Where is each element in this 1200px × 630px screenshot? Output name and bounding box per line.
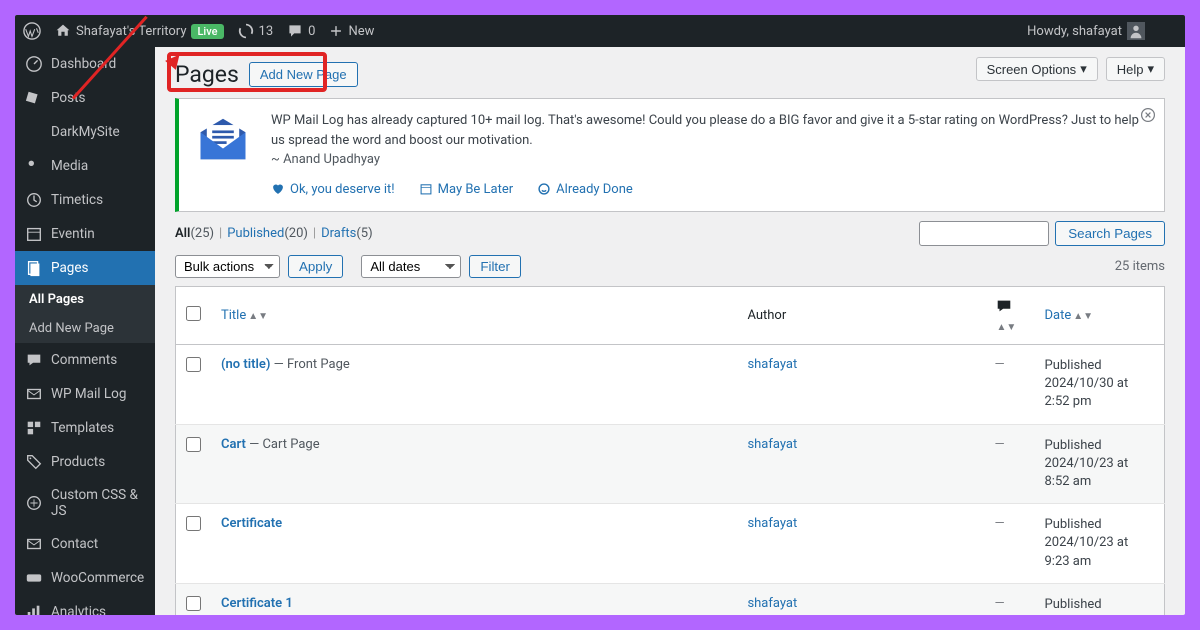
- admin-bar: Shafayat's Territory Live 13 0 New Howdy…: [15, 15, 1185, 47]
- sort-icon: ▲▼: [997, 322, 1017, 333]
- sidebar-item-posts[interactable]: Posts: [15, 81, 155, 115]
- row-title-link[interactable]: Cart: [221, 437, 246, 452]
- table-row: Cart — Cart Page shafayat — Published202…: [176, 424, 1165, 504]
- bulk-actions-select[interactable]: Bulk actions: [175, 255, 280, 278]
- comments-count: 0: [308, 24, 315, 39]
- row-author-link[interactable]: shafayat: [747, 596, 797, 611]
- row-status: Published: [1045, 596, 1155, 614]
- filter-button[interactable]: Filter: [469, 255, 521, 278]
- sidebar-item-customcss[interactable]: Custom CSS & JS: [15, 479, 155, 527]
- sidebar-item-timetics[interactable]: Timetics: [15, 183, 155, 217]
- avatar-icon: [1127, 22, 1145, 40]
- row-checkbox[interactable]: [186, 437, 201, 452]
- col-comments[interactable]: ▲▼: [985, 287, 1035, 345]
- calendar-icon: [419, 182, 433, 196]
- sidebar-item-eventin[interactable]: Eventin: [15, 217, 155, 251]
- row-author-link[interactable]: shafayat: [747, 437, 797, 452]
- sort-icon: ▲▼: [1073, 311, 1093, 322]
- row-status: Published: [1045, 357, 1155, 375]
- row-date: 2024/10/23 at 9:23 am: [1045, 534, 1155, 570]
- pages-table: Title▲▼ Author ▲▼ Date▲▼ (no title) — Fr…: [175, 286, 1165, 615]
- row-comments: —: [995, 357, 1005, 372]
- date-filter-select[interactable]: All dates: [361, 255, 461, 278]
- sidebar-item-media[interactable]: Media: [15, 149, 155, 183]
- heart-icon: [271, 182, 285, 196]
- row-comments: —: [995, 437, 1005, 452]
- notice-link-ok[interactable]: Ok, you deserve it!: [271, 180, 395, 200]
- updates-link[interactable]: 13: [238, 23, 274, 39]
- item-count: 25 items: [1115, 259, 1165, 274]
- col-date[interactable]: Date▲▼: [1035, 287, 1165, 345]
- admin-sidebar: Dashboard Posts DarkMySite Media Timetic…: [15, 47, 155, 615]
- sidebar-item-wpmaillog[interactable]: WP Mail Log: [15, 377, 155, 411]
- updates-count: 13: [259, 24, 274, 39]
- apply-button[interactable]: Apply: [288, 255, 343, 278]
- page-title: Pages: [175, 61, 239, 88]
- table-row: Certificate 1 shafayat — Published2024/1…: [176, 583, 1165, 615]
- live-badge: Live: [191, 24, 223, 39]
- search-button[interactable]: Search Pages: [1055, 221, 1165, 246]
- submenu-all-pages[interactable]: All Pages: [15, 285, 155, 314]
- mail-icon: [193, 111, 253, 166]
- row-status: Published: [1045, 437, 1155, 455]
- row-title-link[interactable]: Certificate 1: [221, 596, 293, 611]
- site-link[interactable]: Shafayat's Territory Live: [55, 23, 224, 39]
- main-content: Screen Options ▾ Help ▾ Pages Add New Pa…: [155, 47, 1185, 615]
- comments-link[interactable]: 0: [287, 23, 315, 39]
- site-name: Shafayat's Territory: [76, 24, 186, 39]
- row-checkbox[interactable]: [186, 516, 201, 531]
- notice-author: ~ Anand Upadhyay: [271, 150, 1150, 170]
- row-title-link[interactable]: (no title): [221, 357, 270, 372]
- sidebar-submenu: All Pages Add New Page: [15, 285, 155, 343]
- sidebar-item-woocommerce[interactable]: WooCommerce: [15, 561, 155, 595]
- sidebar-item-dashboard[interactable]: Dashboard: [15, 47, 155, 81]
- filter-drafts[interactable]: Drafts: [321, 226, 356, 241]
- sidebar-item-comments[interactable]: Comments: [15, 343, 155, 377]
- submenu-add-new[interactable]: Add New Page: [15, 314, 155, 343]
- add-new-page-button[interactable]: Add New Page: [249, 62, 358, 87]
- sidebar-item-products[interactable]: Products: [15, 445, 155, 479]
- row-suffix: — Cart Page: [246, 437, 320, 452]
- row-checkbox[interactable]: [186, 357, 201, 372]
- comment-icon: [995, 297, 1013, 315]
- sort-icon: ▲▼: [248, 311, 268, 322]
- table-row: Certificate shafayat — Published2024/10/…: [176, 504, 1165, 584]
- sidebar-item-darkmysite[interactable]: DarkMySite: [15, 115, 155, 149]
- sidebar-item-pages[interactable]: Pages: [15, 251, 155, 285]
- sidebar-item-templates[interactable]: Templates: [15, 411, 155, 445]
- row-author-link[interactable]: shafayat: [747, 516, 797, 531]
- row-title-link[interactable]: Certificate: [221, 516, 282, 531]
- select-all-checkbox[interactable]: [186, 306, 201, 321]
- search-input[interactable]: [919, 221, 1049, 246]
- notice-link-done[interactable]: Already Done: [537, 180, 633, 200]
- new-label: New: [348, 24, 374, 39]
- col-title[interactable]: Title▲▼: [211, 287, 737, 345]
- dismiss-icon[interactable]: [1140, 107, 1156, 127]
- new-link[interactable]: New: [329, 24, 374, 39]
- filter-all[interactable]: All: [175, 226, 190, 241]
- sidebar-item-contact[interactable]: Contact: [15, 527, 155, 561]
- row-checkbox[interactable]: [186, 596, 201, 611]
- plugin-notice: WP Mail Log has already captured 10+ mai…: [175, 98, 1165, 212]
- sidebar-item-analytics[interactable]: Analytics: [15, 595, 155, 615]
- row-suffix: — Front Page: [270, 357, 349, 372]
- notice-link-later[interactable]: May Be Later: [419, 180, 514, 200]
- row-date: 2024/10/30 at 2:52 pm: [1045, 375, 1155, 411]
- notice-message: WP Mail Log has already captured 10+ mai…: [271, 111, 1150, 150]
- dark-mode-icon[interactable]: [1159, 22, 1177, 40]
- row-comments: —: [995, 516, 1005, 531]
- howdy-text: Howdy, shafayat: [1027, 24, 1122, 39]
- wp-logo-icon[interactable]: [23, 22, 41, 40]
- row-date: 2024/10/24 at 3:34 pm: [1045, 614, 1155, 615]
- row-comments: —: [995, 596, 1005, 611]
- col-author: Author: [737, 287, 984, 345]
- smile-icon: [537, 182, 551, 196]
- row-author-link[interactable]: shafayat: [747, 357, 797, 372]
- howdy-link[interactable]: Howdy, shafayat: [1027, 22, 1145, 40]
- filter-published[interactable]: Published: [227, 226, 284, 241]
- row-date: 2024/10/23 at 8:52 am: [1045, 455, 1155, 491]
- table-row: (no title) — Front Page shafayat — Publi…: [176, 345, 1165, 425]
- row-status: Published: [1045, 516, 1155, 534]
